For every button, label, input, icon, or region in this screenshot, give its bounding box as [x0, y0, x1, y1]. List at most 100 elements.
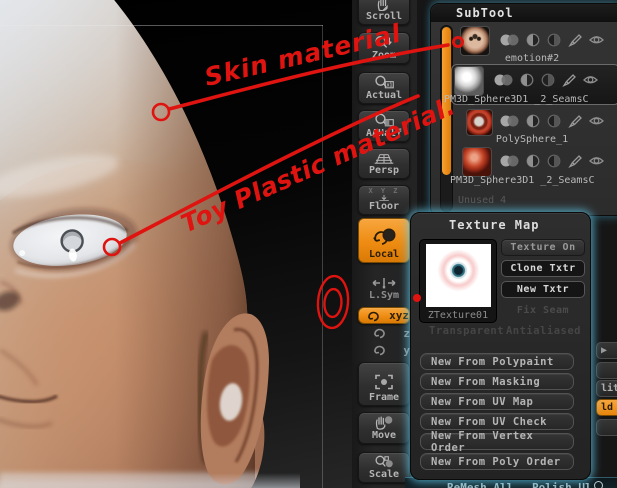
new-from-uv-map-button[interactable]: New From UV Map [420, 393, 574, 410]
magnifier-x1-icon: x1 [375, 75, 394, 88]
local-pivot-icon [373, 228, 396, 245]
sculpt-head-model [0, 0, 269, 488]
underlying-panel-cut: ▶ lit ld [594, 220, 617, 480]
subtool-thumbnail[interactable] [466, 109, 493, 136]
subtool-panel: SubTool emotion#2 PM3D_Sphere3D1 _2_Seam… [430, 3, 617, 216]
subtool-row-polysphere1[interactable]: PolySphere_1 [458, 108, 617, 145]
rotate-z-label: z [403, 326, 410, 340]
subtool-item-label: Unused 4 [458, 195, 507, 206]
floor-button[interactable]: X Y Z Floor [358, 185, 410, 215]
frame-button[interactable]: Frame [358, 362, 410, 406]
rotate-arrow-icon [367, 311, 379, 321]
persp-label: Persp [368, 165, 400, 176]
subtool-item-label: PM3D_Sphere3D1 _2_SeamsC [450, 175, 595, 186]
floor-axes-label: X Y Z [368, 187, 400, 195]
polypaint-brush-icon[interactable] [568, 154, 582, 168]
rotate-y-button[interactable]: y [358, 342, 410, 358]
canvas-toolbar: Scroll Zoom x1 Actual AAHalf Persp X Y Z… [352, 0, 417, 488]
contrast-right-icon[interactable] [541, 73, 555, 87]
lsym-button[interactable]: L.Sym [358, 272, 410, 303]
cut-arrow-button[interactable]: ▶ [596, 342, 617, 359]
visibility-eye-icon[interactable] [589, 33, 604, 47]
new-from-uv-check-button[interactable]: New From UV Check [420, 413, 574, 430]
texture-map-panel: Texture Map ZTexture01 Texture On Clone … [410, 212, 591, 480]
frame-label: Frame [368, 392, 400, 403]
subtool-titlebar[interactable]: SubTool [431, 4, 617, 22]
scale-button[interactable]: Scale [358, 452, 410, 483]
contrast-right-icon[interactable] [547, 154, 561, 168]
fix-seam-button[interactable]: Fix Seam [501, 302, 585, 319]
texture-thumbnail-well[interactable]: ZTexture01 [419, 239, 497, 323]
weld-button-cut[interactable]: ld [596, 399, 617, 416]
polish-button[interactable]: Polish Ul [532, 481, 592, 488]
contrast-left-icon[interactable] [526, 114, 540, 128]
cut-blank-button[interactable] [596, 362, 617, 379]
clone-texture-button[interactable]: Clone Txtr [501, 260, 585, 277]
magnifier-zoom-icon [375, 36, 392, 48]
rotate-arrow-icon [374, 328, 386, 339]
subtool-row-emotion2[interactable]: emotion#2 [458, 25, 617, 64]
visibility-eye-icon[interactable] [589, 114, 604, 128]
new-from-polypaint-button[interactable]: New From Polypaint [420, 353, 574, 370]
cut-blank-button2[interactable] [596, 419, 617, 436]
polypaint-blend-icon[interactable] [500, 33, 519, 47]
antialiased-toggle[interactable]: Antialiased [506, 325, 581, 337]
perspective-grid-icon [374, 154, 394, 164]
lsym-label: L.Sym [368, 290, 400, 301]
new-texture-button[interactable]: New Txtr [501, 281, 585, 298]
texture-preview-image[interactable] [426, 244, 491, 307]
rotate-xyz-label: xyz [389, 309, 409, 322]
persp-button[interactable]: Persp [358, 148, 410, 179]
subtool-row-unused[interactable]: Unused 4 [458, 192, 617, 212]
new-from-poly-order-button[interactable]: New From Poly Order [420, 453, 574, 470]
symmetry-arrows-icon [372, 278, 396, 289]
new-from-vertex-order-button[interactable]: New From Vertex Order [420, 430, 574, 454]
polypaint-blend-icon[interactable] [500, 154, 519, 168]
hand-scroll-icon [377, 0, 388, 11]
subtool-thumbnail[interactable] [454, 66, 484, 96]
polypaint-blend-icon[interactable] [494, 73, 513, 87]
magnifier-half-icon [375, 113, 394, 127]
polish-mode-toggle[interactable] [594, 481, 603, 488]
viewport-canvas[interactable] [0, 0, 352, 488]
remesh-all-button[interactable]: ReMesh All [447, 481, 513, 488]
local-button[interactable]: Local [358, 218, 410, 263]
move-button[interactable]: Move [358, 412, 410, 444]
split-button-cut[interactable]: lit [596, 380, 617, 397]
document-border-top [0, 25, 323, 26]
contrast-left-icon[interactable] [526, 154, 540, 168]
svg-text:x1: x1 [387, 82, 393, 88]
contrast-right-icon[interactable] [547, 33, 561, 47]
actual-button[interactable]: x1 Actual [358, 72, 410, 104]
move-label: Move [371, 430, 397, 441]
polypaint-brush-icon[interactable] [568, 33, 582, 47]
texture-on-button[interactable]: Texture On [501, 239, 585, 256]
frame-corners-icon [375, 374, 393, 390]
rotate-z-button[interactable]: z [358, 325, 410, 341]
move-hand-icon [375, 416, 393, 430]
zbrush-window: Scroll Zoom x1 Actual AAHalf Persp X Y Z… [0, 0, 617, 488]
new-from-masking-button[interactable]: New From Masking [420, 373, 574, 390]
visibility-eye-icon[interactable] [583, 73, 598, 87]
subtool-thumbnail[interactable] [462, 147, 492, 177]
rotate-xyz-button[interactable]: xyz [358, 307, 410, 324]
contrast-left-icon[interactable] [520, 73, 534, 87]
scroll-button[interactable]: Scroll [358, 0, 410, 25]
polypaint-brush-icon[interactable] [568, 114, 582, 128]
subtool-row-sphere2[interactable]: PM3D_Sphere3D1 _2_SeamsC [450, 146, 617, 186]
rotate-y-label: y [403, 343, 410, 357]
aahalf-button[interactable]: AAHalf [358, 110, 410, 142]
subtool-thumbnail[interactable] [460, 26, 490, 56]
subtool-row-sphere-selected[interactable]: PM3D_Sphere3D1 _2_SeamsC [444, 64, 617, 105]
canvas-floor-fog [0, 473, 300, 488]
visibility-eye-icon[interactable] [589, 154, 604, 168]
subtool-item-label: PM3D_Sphere3D1 _2_SeamsC [444, 94, 589, 105]
transparent-toggle[interactable]: Transparent [429, 325, 504, 337]
actual-label: Actual [365, 90, 403, 101]
polypaint-blend-icon[interactable] [500, 114, 519, 128]
contrast-right-icon[interactable] [547, 114, 561, 128]
contrast-left-icon[interactable] [526, 33, 540, 47]
scale-label: Scale [368, 469, 400, 480]
zoom-button[interactable]: Zoom [358, 32, 410, 64]
polypaint-brush-icon[interactable] [562, 73, 576, 87]
